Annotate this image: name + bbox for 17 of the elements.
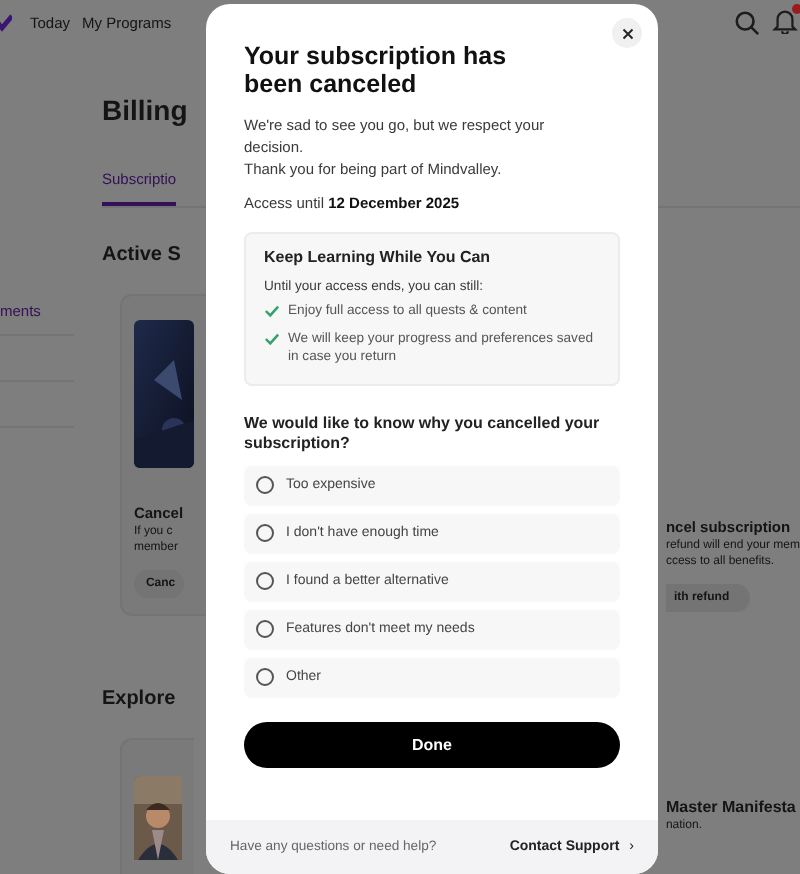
section-title: Explore xyxy=(101,688,176,710)
close-button[interactable] xyxy=(612,18,642,48)
search-icon[interactable] xyxy=(734,9,760,35)
radio-button[interactable] xyxy=(256,668,274,686)
done-button[interactable]: Done xyxy=(244,721,620,767)
program-title: Master Manifesta xyxy=(665,798,796,816)
bell-icon[interactable] xyxy=(772,8,798,34)
close-icon xyxy=(621,27,633,39)
radio-button[interactable] xyxy=(256,572,274,590)
question-text: We would like to know why you cancelled your subscription? xyxy=(244,413,602,453)
section-title: Active S xyxy=(101,244,181,266)
page-title: Billing xyxy=(101,94,188,126)
radio-button[interactable] xyxy=(256,620,274,638)
radio-button[interactable] xyxy=(256,476,274,494)
dialog-title: Your subscription has been canceled xyxy=(244,42,509,98)
radio-button[interactable] xyxy=(256,524,274,542)
panel-title: Keep Learning While You Can xyxy=(264,248,493,266)
